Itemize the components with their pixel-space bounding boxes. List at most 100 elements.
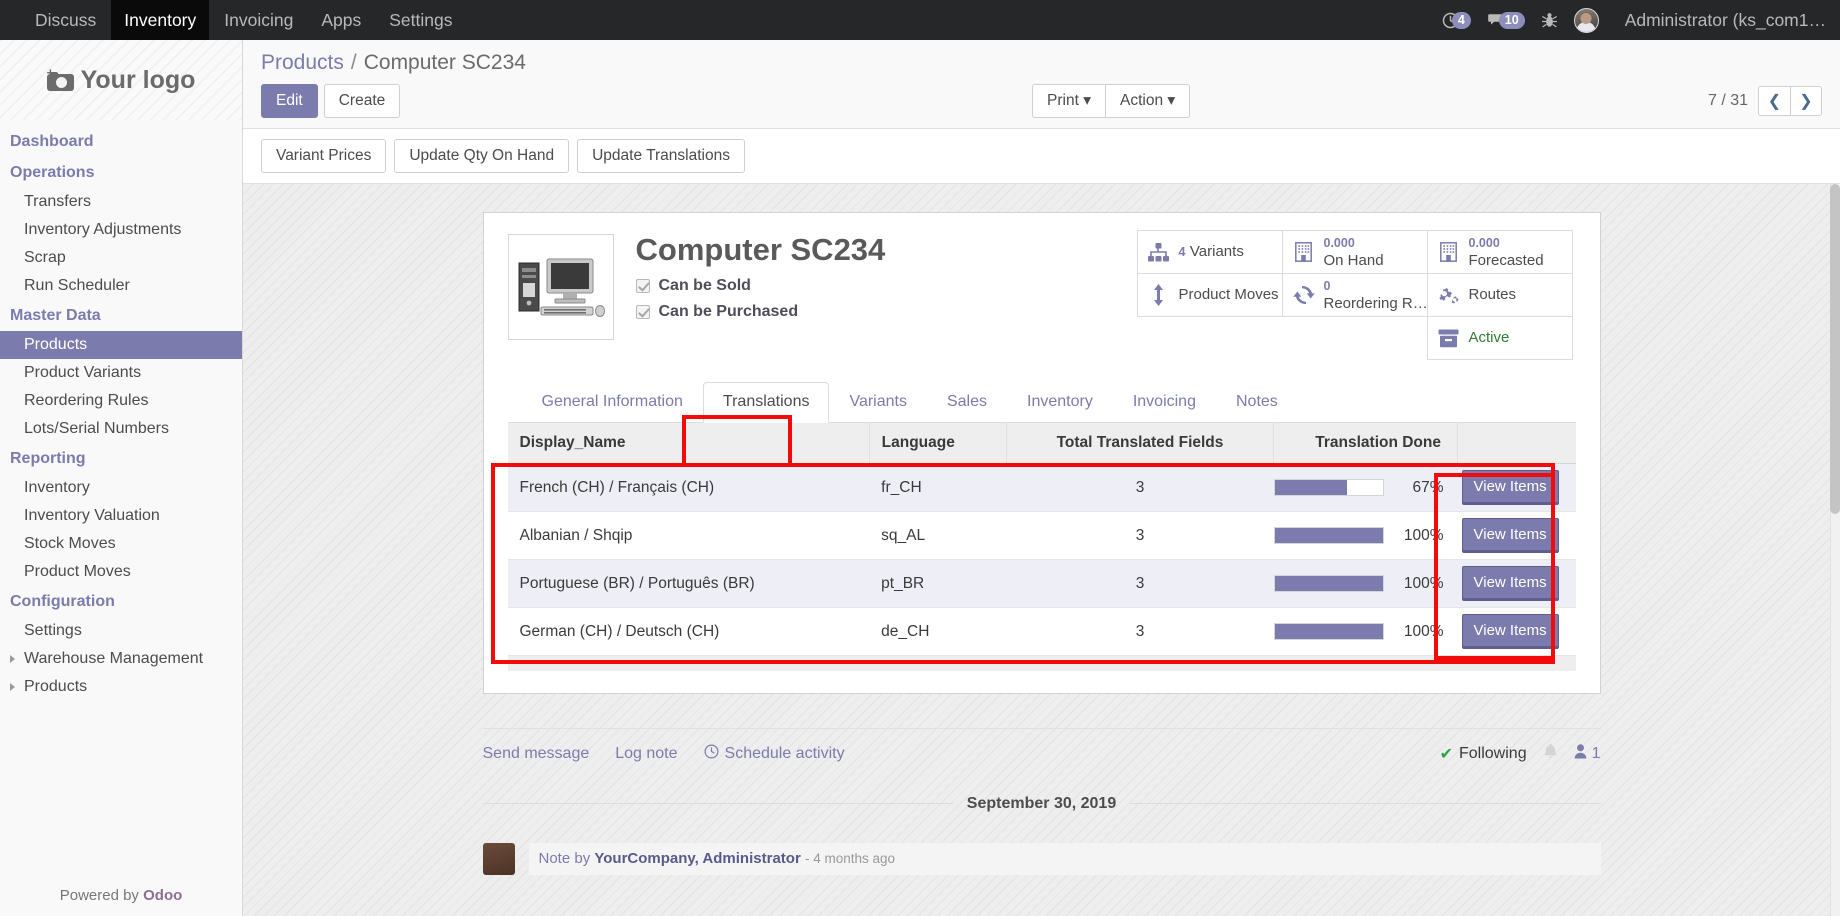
sidebar-item-product-variants[interactable]: Product Variants [0,359,242,387]
nav-menu-inventory[interactable]: Inventory [111,0,210,40]
can-be-purchased-row[interactable]: Can be Purchased [635,303,1138,321]
stat-button-forecasted[interactable]: 0.000 Forecasted [1426,230,1573,274]
stat-value: 0.000 [1468,236,1500,250]
product-image[interactable] [507,234,614,340]
view-items-button[interactable]: View Items [1461,614,1559,649]
avatar[interactable] [1573,7,1599,33]
vertical-scrollbar[interactable] [1830,184,1840,916]
send-message-button[interactable]: Send message [483,745,590,763]
create-button[interactable]: Create [323,84,401,118]
schedule-activity-label: Schedule activity [724,744,845,762]
cell-total-fields: 3 [1006,559,1274,608]
column-display-name[interactable]: Display_Name [507,423,870,464]
following-button[interactable]: ✔ Following [1440,744,1527,764]
activity-menu[interactable]: 4 [1442,11,1471,29]
cell-percent: 67% [1391,463,1458,512]
stat-label: Routes [1468,286,1517,303]
schedule-activity-button[interactable]: Schedule activity [704,744,845,764]
sidebar-item-scrap[interactable]: Scrap [0,244,242,272]
sidebar-item-settings[interactable]: Settings [0,617,242,645]
tab-variants[interactable]: Variants [829,382,927,423]
log-note-button[interactable]: Log note [615,745,677,763]
messaging-menu[interactable]: 10 [1487,11,1525,29]
bug-icon[interactable] [1541,12,1557,29]
nav-menu-settings[interactable]: Settings [376,0,465,40]
variant-prices-button[interactable]: Variant Prices [261,139,387,173]
stat-spacer [1137,316,1283,360]
table-row[interactable]: Portuguese (BR) / Português (BR) pt_BR 3… [507,559,1576,608]
stat-button-routes[interactable]: Routes [1426,273,1573,317]
stat-label: Product Moves [1178,286,1279,303]
sidebar-item-label: Products [24,678,88,695]
print-dropdown[interactable]: Print ▾ [1032,84,1106,118]
pager-previous-button[interactable]: ❮ [1758,86,1790,116]
bell-icon[interactable] [1543,743,1558,765]
table-row[interactable]: Albanian / Shqip sq_AL 3 100% View Items [507,511,1576,560]
form-sheet-background: Computer SC234 Can be Sold Can be Purcha… [243,184,1840,916]
message-avatar [482,842,515,875]
nav-menu-apps[interactable]: Apps [308,0,374,40]
chatter: Send message Log note Schedule activity [482,727,1601,875]
sidebar-item-inventory-valuation[interactable]: Inventory Valuation [0,502,242,530]
tab-notes[interactable]: Notes [1216,382,1298,423]
arrows-vertical-icon [1146,284,1172,306]
breadcrumb-separator: / [350,51,357,74]
stat-button-on-hand[interactable]: 0.000 On Hand [1281,230,1428,274]
sidebar-item-product-moves[interactable]: Product Moves [0,558,242,586]
stat-button-active[interactable]: Active [1426,316,1573,360]
pager-buttons: ❮ ❯ [1758,86,1822,116]
breadcrumb-products[interactable]: Products [261,51,344,75]
view-items-button[interactable]: View Items [1461,470,1559,505]
table-row[interactable]: German (CH) / Deutsch (CH) de_CH 3 100% … [507,607,1576,656]
sidebar-logo[interactable]: + Your logo [0,40,242,120]
tab-invoicing[interactable]: Invoicing [1113,382,1216,423]
cell-language: sq_AL [869,511,1007,560]
nav-menu-invoicing[interactable]: Invoicing [211,0,306,40]
product-info: Computer SC234 Can be Sold Can be Purcha… [635,231,1138,360]
tab-sales[interactable]: Sales [927,382,1007,423]
stat-spacer [1282,316,1428,360]
sidebar-item-stock-moves[interactable]: Stock Moves [0,530,242,558]
sidebar-item-inventory-adjustments[interactable]: Inventory Adjustments [0,216,242,244]
can-be-sold-checkbox[interactable] [635,279,650,293]
tab-inventory[interactable]: Inventory [1007,382,1113,423]
tab-general-information[interactable]: General Information [522,382,703,423]
message-header: Note by YourCompany, Administrator - 4 m… [539,850,1591,867]
chevron-right-icon [10,654,15,663]
table-row[interactable]: French (CH) / Français (CH) fr_CH 3 67% … [507,463,1576,512]
nav-menu-discuss[interactable]: Discuss [22,0,109,40]
sidebar-item-config-products[interactable]: Products [0,673,242,701]
sidebar-header-dashboard[interactable]: Dashboard [0,126,242,157]
sidebar-header-reporting: Reporting [10,450,86,467]
sidebar-item-transfers[interactable]: Transfers [0,188,242,216]
user-menu-label[interactable]: Administrator (ks_com1… [1625,10,1826,31]
action-dropdown[interactable]: Action ▾ [1105,84,1191,118]
chatter-follow-controls: ✔ Following 1 [1440,743,1601,765]
column-total-translated-fields[interactable]: Total Translated Fields [1006,423,1275,464]
view-items-button[interactable]: View Items [1461,518,1559,553]
followers-button[interactable]: 1 [1574,743,1601,764]
sidebar-item-reordering-rules[interactable]: Reordering Rules [0,387,242,415]
stat-button-product-moves[interactable]: Product Moves [1136,273,1283,317]
column-language[interactable]: Language [869,423,1007,464]
message-timestamp: - 4 months ago [804,850,896,866]
can-be-purchased-checkbox[interactable] [635,305,650,319]
column-translation-done[interactable]: Translation Done [1273,423,1458,464]
tab-translations[interactable]: Translations [702,382,830,423]
stat-button-reordering-rules[interactable]: 0 Reordering R… [1281,273,1428,317]
sidebar-item-lots-serial-numbers[interactable]: Lots/Serial Numbers [0,415,242,443]
sidebar-item-warehouse-management[interactable]: Warehouse Management [0,645,242,673]
update-translations-button[interactable]: Update Translations [577,139,745,173]
cell-total-fields: 3 [1006,511,1274,560]
scrollbar-thumb[interactable] [1830,184,1840,514]
update-qty-on-hand-button[interactable]: Update Qty On Hand [394,139,570,173]
view-items-button[interactable]: View Items [1461,566,1559,601]
sidebar-item-inventory[interactable]: Inventory [0,474,242,502]
sidebar-item-run-scheduler[interactable]: Run Scheduler [0,272,242,300]
stat-button-variants[interactable]: 4 Variants [1136,230,1283,274]
pager-next-button[interactable]: ❯ [1790,86,1822,116]
can-be-sold-row[interactable]: Can be Sold [635,277,1138,295]
sidebar-item-products[interactable]: Products [0,331,242,359]
odoo-brand[interactable]: Odoo [143,887,182,904]
edit-button[interactable]: Edit [261,84,318,118]
